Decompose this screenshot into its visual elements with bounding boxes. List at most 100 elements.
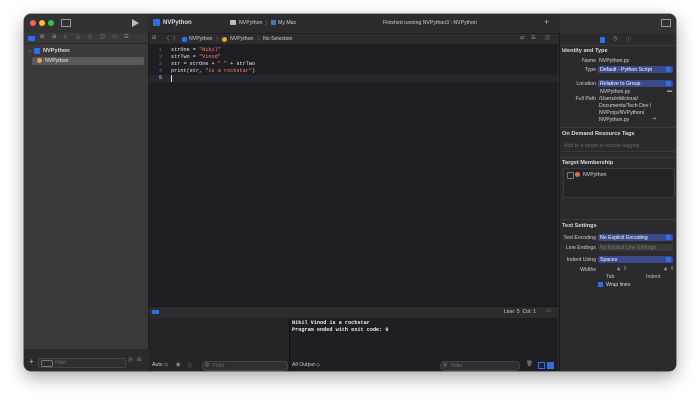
info-icon[interactable]: ⓘ <box>187 362 192 369</box>
variables-filter-field[interactable]: ◎ Filter <box>202 361 288 371</box>
test-icon[interactable]: ◇ <box>88 34 92 40</box>
navigator-file-row[interactable]: NVPython <box>32 57 144 65</box>
console-filter-placeholder: Filter <box>451 363 463 369</box>
divider <box>560 45 676 46</box>
indent-value: Spaces <box>600 257 618 263</box>
folder-reveal-icon[interactable]: ▬ <box>667 88 672 94</box>
indent-popup[interactable]: Spaces <box>598 256 673 263</box>
zoom-window-button[interactable] <box>48 20 54 26</box>
find-icon[interactable]: ⌕ <box>64 34 67 41</box>
debug-icon[interactable]: ◫ <box>100 34 105 40</box>
tab-width-stepper[interactable]: ⇕ <box>623 266 627 272</box>
encoding-label: Text Encoding <box>563 235 596 241</box>
code-editor[interactable]: 1 strOne = "Nikil" 2 strTwo = "Vinod" 3 … <box>149 45 558 306</box>
navigator-tabs: ⊠ ⊞ ⌕ △ ◇ ◫ ▭ ☰ <box>24 33 148 44</box>
minimize-window-button[interactable] <box>39 20 45 26</box>
navigator-project-row[interactable]: NVPython <box>43 48 70 54</box>
scheme-selector[interactable]: NVPython <box>239 20 262 26</box>
indent-width-field[interactable]: 4 <box>664 267 667 273</box>
location-popup[interactable]: Relative to Group <box>598 80 673 87</box>
navigator-filter-field[interactable]: Filter <box>38 358 126 368</box>
navigator-filter-placeholder: Filter <box>55 360 67 366</box>
line-endings-popup[interactable]: No Explicit Line Endings <box>598 244 673 251</box>
line-number: 5 <box>158 75 162 81</box>
filter-icon: ◎ <box>205 362 210 368</box>
show-console-icon[interactable] <box>547 362 554 369</box>
console-filter-field[interactable]: ◎ Filter <box>440 361 520 371</box>
console-output[interactable]: Nikil Vinod is a rockstar Program ended … <box>290 318 558 371</box>
full-path-line: /Users/nikilcious/ <box>599 96 638 102</box>
project-icon <box>153 19 160 26</box>
show-variables-icon[interactable] <box>538 362 545 369</box>
file-inspector-tab-icon[interactable] <box>600 37 605 43</box>
target-icon <box>575 172 580 177</box>
encoding-popup[interactable]: No Explicit Encoding <box>598 234 673 241</box>
ondemand-section-title: On Demand Resource Tags <box>562 131 635 137</box>
python-file-icon <box>37 58 42 63</box>
split-editor-icon[interactable]: ◫ <box>545 35 550 41</box>
project-name: NVPython <box>163 20 192 26</box>
breadcrumb-project[interactable]: NVPython <box>189 36 212 42</box>
string-literal: " " <box>217 61 228 67</box>
indent-width-stepper[interactable]: ⇕ <box>670 266 674 272</box>
target-checkbox[interactable] <box>567 172 574 179</box>
related-items-icon[interactable]: ⊞ <box>152 35 156 41</box>
scheme-icon <box>230 20 236 25</box>
wrap-lines-checkbox[interactable] <box>598 282 603 287</box>
tab-width-field[interactable]: 4 <box>617 267 620 273</box>
breadcrumb-file[interactable]: NVPython <box>230 36 253 42</box>
close-window-button[interactable] <box>30 20 36 26</box>
string-literal: "Vinod" <box>199 54 221 60</box>
code-line: 2 strTwo = "Vinod" <box>149 54 558 61</box>
debug-area-toggle-icon[interactable] <box>152 310 159 314</box>
code-line: 4 print(str, "is a rockstar") <box>149 68 558 75</box>
minimap-toggle-icon[interactable]: ▭ <box>546 308 551 314</box>
source-control-filter-icon[interactable]: ⊟ <box>137 357 141 363</box>
code-text: str = strOne + " " + strTwo <box>171 61 256 67</box>
report-icon[interactable]: ☰ <box>124 34 129 40</box>
folder-icon[interactable] <box>28 36 35 41</box>
code-review-icon[interactable]: ⇄ <box>520 35 524 41</box>
editor-options-icon[interactable]: ☰ <box>531 35 536 41</box>
symbol-icon[interactable]: ⊞ <box>52 34 56 40</box>
divider <box>560 219 676 220</box>
add-tab-icon[interactable]: + <box>544 17 549 27</box>
add-file-icon[interactable]: + <box>29 358 34 366</box>
type-popup[interactable]: Default - Python Script <box>598 66 673 73</box>
back-button[interactable]: 〈 <box>164 35 169 42</box>
mac-icon <box>271 20 276 25</box>
filter-scope-icon[interactable] <box>41 360 53 367</box>
reveal-in-finder-icon[interactable]: ➜ <box>652 116 656 122</box>
disclosure-icon[interactable]: ⌄ <box>28 48 32 54</box>
project-file-icon <box>34 48 40 54</box>
type-value: Default - Python Script <box>600 67 652 73</box>
crumb-file-icon <box>222 37 227 42</box>
quick-help-icon[interactable]: ⓘ <box>626 36 631 43</box>
scheme-chevron: 〉 <box>265 21 271 27</box>
history-inspector-icon[interactable]: ◷ <box>613 36 618 42</box>
breakpoint-icon[interactable]: ▭ <box>112 34 117 40</box>
inspector-toggle-icon[interactable] <box>661 19 671 27</box>
breadcrumb-selection[interactable]: No Selection <box>263 36 292 42</box>
eye-icon[interactable]: ◉ <box>176 362 181 368</box>
forward-button[interactable]: 〉 <box>173 35 178 42</box>
trash-icon[interactable]: 🗑 <box>526 361 533 367</box>
string-literal: "is a rockstar" <box>205 68 252 74</box>
run-button[interactable] <box>132 19 139 27</box>
indent-width-caption: Indent <box>646 274 661 280</box>
sidebar-toggle-icon[interactable] <box>61 19 71 27</box>
ondemand-tags-field: Add to a target to enable tagging <box>564 143 640 149</box>
source-control-icon[interactable]: ⊠ <box>40 34 44 40</box>
variables-scope-selector[interactable]: Auto ◇ <box>152 362 168 368</box>
line-endings-label: Line Endings <box>566 245 596 251</box>
destination-selector[interactable]: My Mac <box>278 20 296 26</box>
full-path-label: Full Path <box>575 96 596 102</box>
recent-files-icon[interactable]: ◷ <box>128 357 133 363</box>
text-settings-title: Text Settings <box>562 223 597 229</box>
popup-chevron-icon <box>666 235 671 240</box>
line-endings-value: No Explicit Line Endings <box>600 245 656 251</box>
name-field[interactable]: NVPython.py <box>599 58 629 64</box>
target-list: NVPython <box>563 168 675 198</box>
issue-icon[interactable]: △ <box>76 34 80 40</box>
output-selector[interactable]: All Output ◇ <box>292 362 320 368</box>
